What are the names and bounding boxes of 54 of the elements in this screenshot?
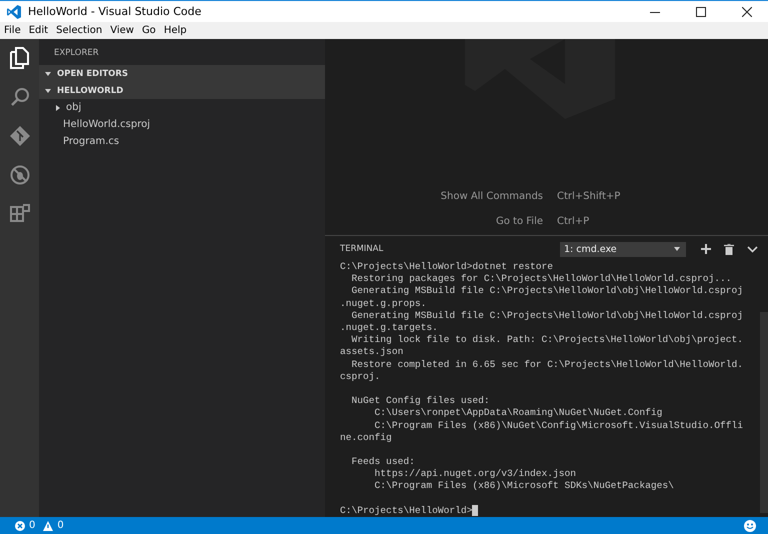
terminal-line: csproj. <box>340 370 380 383</box>
error-icon[interactable] <box>15 520 25 530</box>
close-icon[interactable] <box>742 6 752 16</box>
terminal-line: C:\Program Files (x86)\Microsoft SDKs\NuGetPackages\ <box>374 480 674 493</box>
terminal-line: https://api.nuget.org/v3/index.json <box>374 468 576 480</box>
maximize-icon[interactable] <box>696 6 706 16</box>
git-icon[interactable] <box>10 126 30 146</box>
extensions-icon[interactable] <box>10 204 30 224</box>
terminal-line: assets.json <box>340 346 404 359</box>
menu-item[interactable]: Edit <box>28 25 48 36</box>
text-cursor <box>472 505 478 516</box>
command-label: Show All Commands <box>440 191 544 202</box>
chevron-down-icon[interactable] <box>747 246 758 253</box>
section-header[interactable]: HELLOWORLD <box>39 82 325 99</box>
terminal-line: C:\Projects\HelloWorld> <box>340 504 472 518</box>
command-label: Go to File <box>495 216 544 227</box>
keyboard-shortcut: Ctrl+P <box>557 216 590 227</box>
terminal-line: NuGet Config files used: <box>350 395 490 408</box>
files-icon[interactable] <box>10 47 30 69</box>
menu-item[interactable]: Selection <box>56 25 102 36</box>
terminal-dropdown[interactable]: 1: cmd.exe <box>560 242 686 257</box>
trash-icon[interactable] <box>724 244 734 255</box>
smiley-icon[interactable] <box>744 520 756 532</box>
terminal-line: .nuget.g.props. <box>340 298 426 310</box>
terminal-line: Generating MSBuild file C:\Projects\HelloWorld\obj\HelloWorld.csproj <box>350 285 744 298</box>
terminal-line: ne.config <box>340 432 392 444</box>
terminal-line: C:\Users\ronpet\AppData\Roaming\NuGet\NuGet.Config <box>374 407 662 420</box>
terminal-line: Restoring packages for C:\Projects\HelloWorld\HelloWorld.csproj... <box>350 273 732 286</box>
sidebar-title: EXPLORER <box>53 47 100 60</box>
plus-icon[interactable] <box>701 244 711 254</box>
menu-item[interactable]: File <box>4 25 21 36</box>
terminal-line: C:\Projects\HelloWorld>dotnet restore <box>340 261 554 274</box>
keyboard-shortcut: Ctrl+Shift+P <box>557 191 620 202</box>
debug-icon[interactable] <box>10 165 30 185</box>
error-count[interactable]: 0 <box>29 520 36 531</box>
menu-item[interactable]: View <box>110 25 134 36</box>
tree-item[interactable]: Program.cs <box>39 133 325 150</box>
terminal-line: Generating MSBuild file C:\Projects\HelloWorld\obj\HelloWorld.csproj <box>350 310 744 322</box>
terminal-line: Feeds used: <box>350 456 415 468</box>
terminal-line: .nuget.g.targets. <box>340 322 438 334</box>
warning-icon[interactable] <box>43 520 54 530</box>
warning-count[interactable]: 0 <box>57 520 64 531</box>
panel-tab[interactable]: TERMINAL <box>340 244 384 254</box>
vscode-logo-icon <box>6 4 22 20</box>
terminal-line: Writing lock file to disk. Path: C:\Projects\HelloWorld\obj\project. <box>350 334 744 346</box>
terminal-line: Restore completed in 6.65 sec for C:\Projects\HelloWorld\HelloWorld. <box>350 358 744 371</box>
window-title: HelloWorld - Visual Studio Code <box>28 5 202 18</box>
section-header[interactable]: OPEN EDITORS <box>39 65 325 82</box>
menu-item[interactable]: Help <box>164 25 187 36</box>
search-icon[interactable] <box>10 87 30 107</box>
tree-item[interactable]: HelloWorld.csproj <box>39 116 325 133</box>
tree-item[interactable]: obj <box>39 99 325 116</box>
menu-item[interactable]: Go <box>142 25 156 36</box>
terminal-line: C:\Program Files (x86)\NuGet\Config\Microsoft.VisualStudio.Offli <box>374 420 744 432</box>
